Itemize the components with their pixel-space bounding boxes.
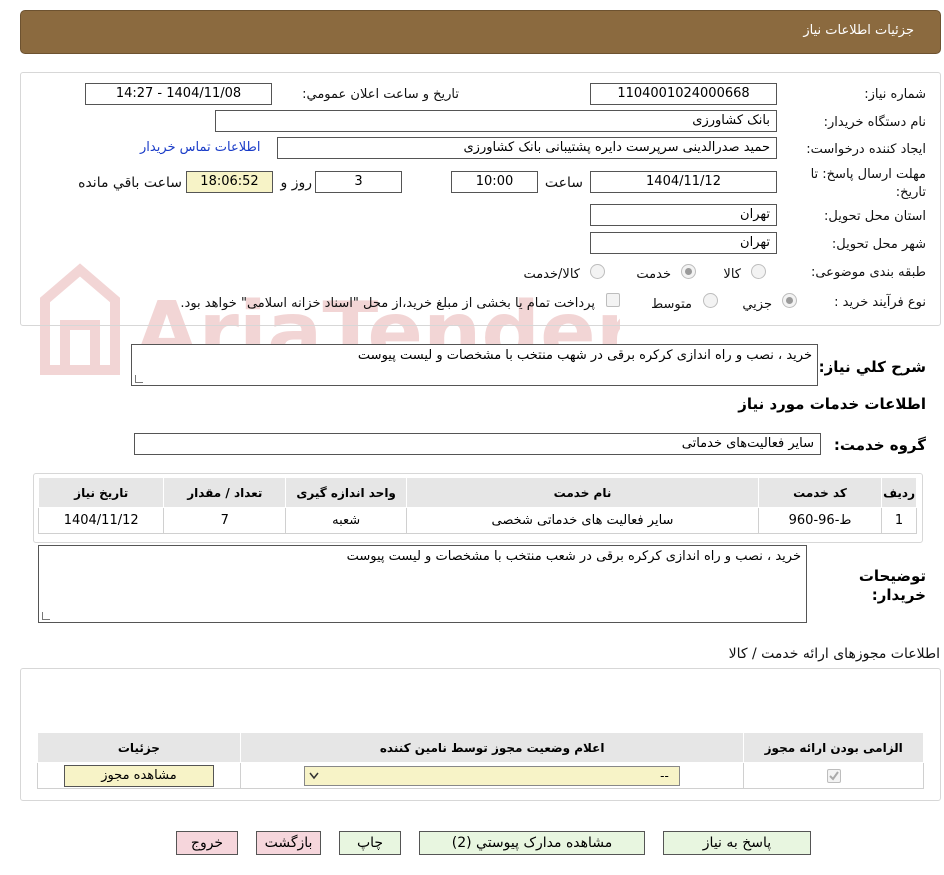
process-radio-medium[interactable] (703, 293, 718, 308)
announce-date-label: تاریخ و ساعت اعلان عمومي: (302, 87, 459, 102)
process-option-minor: جزيي (742, 297, 772, 312)
summary-text: خرید ، نصب و راه اندازی کرکره برقی در شه… (357, 348, 812, 363)
category-radio-goods-service[interactable] (590, 264, 605, 279)
table-row: -- مشاهده مجوز (37, 762, 924, 789)
license-status-value: -- (660, 768, 669, 783)
licenses-table: الزامی بودن ارائه مجوز اعلام وضعیت مجوز … (37, 732, 924, 789)
treasury-payment-note: پرداخت تمام یا بخشی از مبلغ خرید،از محل … (180, 296, 595, 311)
cell-license-required (743, 762, 924, 789)
buyer-contact-link[interactable]: اطلاعات تماس خریدار (140, 140, 260, 155)
category-label: طبقه بندی موضوعی: (810, 265, 926, 280)
days-field: 3 (315, 171, 402, 193)
remaining-time-label: ساعت باقي مانده (78, 175, 182, 191)
buyer-org-label: نام دستگاه خریدار: (823, 115, 926, 130)
col-license-details: جزئیات (37, 732, 241, 763)
col-quantity: تعداد / مقدار (163, 477, 287, 508)
cell-need-date: 1404/11/12 (37, 507, 165, 534)
page-title: جزئیات اطلاعات نیاز (803, 23, 914, 38)
view-attachments-button[interactable]: مشاهده مدارک پیوستي (2) (419, 831, 645, 855)
buyer-notes-label: توضیحات خریدار: (858, 567, 926, 604)
process-radio-minor[interactable] (782, 293, 797, 308)
col-unit: واحد اندازه گیری (285, 477, 408, 508)
cell-unit: شعبه (285, 507, 408, 534)
province-label: استان محل تحویل: (824, 209, 926, 224)
remaining-time-field: 18:06:52 (186, 171, 273, 193)
exit-button[interactable]: خروج (176, 831, 238, 855)
process-option-medium: متوسط (651, 297, 692, 312)
cell-license-details: مشاهده مجوز (37, 762, 241, 789)
cell-row: 1 (881, 507, 917, 534)
cell-service-name: سایر فعالیت های خدماتی شخصی (406, 507, 759, 534)
col-need-date: تاریخ نیاز (37, 477, 165, 508)
license-required-checkbox (826, 768, 841, 783)
col-row: ردیف (881, 477, 917, 508)
services-section-title: اطلاعات خدمات مورد نیاز (738, 395, 926, 413)
category-option-goods: کالا (723, 267, 741, 282)
col-service-name: نام خدمت (406, 477, 759, 508)
licenses-table-header: الزامی بودن ارائه مجوز اعلام وضعیت مجوز … (37, 732, 924, 763)
col-license-required: الزامی بودن ارائه مجوز (743, 732, 924, 763)
reply-button[interactable]: پاسخ به نیاز (663, 831, 811, 855)
resize-grip-icon[interactable] (135, 375, 143, 383)
buyer-notes-textarea[interactable]: خرید ، نصب و راه اندازی کرکره برقی در شع… (38, 545, 807, 623)
requester-field: حمید صدرالدینی سرپرست دایره پشتیبانی بان… (277, 137, 777, 159)
back-button[interactable]: بازگشت (256, 831, 321, 855)
services-table: ردیف کد خدمت نام خدمت واحد اندازه گیری ت… (37, 477, 917, 534)
page-header: جزئیات اطلاعات نیاز (20, 10, 941, 54)
category-option-service: خدمت (636, 267, 671, 282)
deadline-date-field: 1404/11/12 (590, 171, 777, 193)
cell-quantity: 7 (163, 507, 287, 534)
treasury-payment-checkbox[interactable] (606, 293, 620, 307)
chevron-down-icon (309, 772, 319, 779)
category-radio-service[interactable] (681, 264, 696, 279)
city-label: شهر محل تحویل: (831, 237, 926, 252)
process-label: نوع فرآیند خرید : (834, 295, 926, 310)
need-number-field: 1104001024000668 (590, 83, 777, 105)
need-number-label: شماره نیاز: (864, 87, 926, 102)
license-status-select[interactable]: -- (304, 765, 681, 786)
col-license-status: اعلام وضعیت مجوز توسط نامین کننده (239, 732, 745, 763)
print-button[interactable]: چاپ (339, 831, 401, 855)
deadline-label: مهلت ارسال پاسخ: تا تاریخ: (810, 167, 926, 200)
check-icon (829, 770, 839, 781)
services-table-header: ردیف کد خدمت نام خدمت واحد اندازه گیری ت… (37, 477, 917, 508)
view-license-button[interactable]: مشاهده مجوز (63, 764, 214, 787)
col-service-code: کد خدمت (757, 477, 883, 508)
city-field: تهران (590, 232, 777, 254)
days-label: روز و (280, 175, 313, 191)
resize-grip-icon[interactable] (42, 612, 50, 620)
cell-service-code: ط-96-960 (757, 507, 883, 534)
summary-textarea[interactable]: خرید ، نصب و راه اندازی کرکره برقی در شه… (131, 344, 818, 386)
province-field: تهران (590, 204, 777, 226)
deadline-time-field: 10:00 (451, 171, 538, 193)
cell-license-status: -- (239, 762, 745, 789)
category-radio-goods[interactable] (751, 264, 766, 279)
table-row: 1 ط-96-960 سایر فعالیت های خدماتی شخصی ش… (37, 507, 917, 534)
requester-label: ایجاد کننده درخواست: (806, 142, 926, 157)
summary-label: شرح کلي نیاز: (818, 358, 926, 376)
time-label: ساعت (544, 175, 583, 191)
service-group-label: گروه خدمت: (833, 436, 926, 454)
buyer-notes-text: خرید ، نصب و راه اندازی کرکره برقی در شع… (346, 549, 801, 564)
licenses-section-title: اطلاعات مجوزهای ارائه خدمت / کالا (728, 646, 940, 662)
service-group-field: سایر فعالیت‌های خدماتی (134, 433, 821, 455)
buyer-org-field: بانک کشاورزی (215, 110, 777, 132)
category-option-goods-service: کالا/خدمت (523, 267, 580, 282)
announce-date-field: 1404/11/08 - 14:27 (85, 83, 272, 105)
